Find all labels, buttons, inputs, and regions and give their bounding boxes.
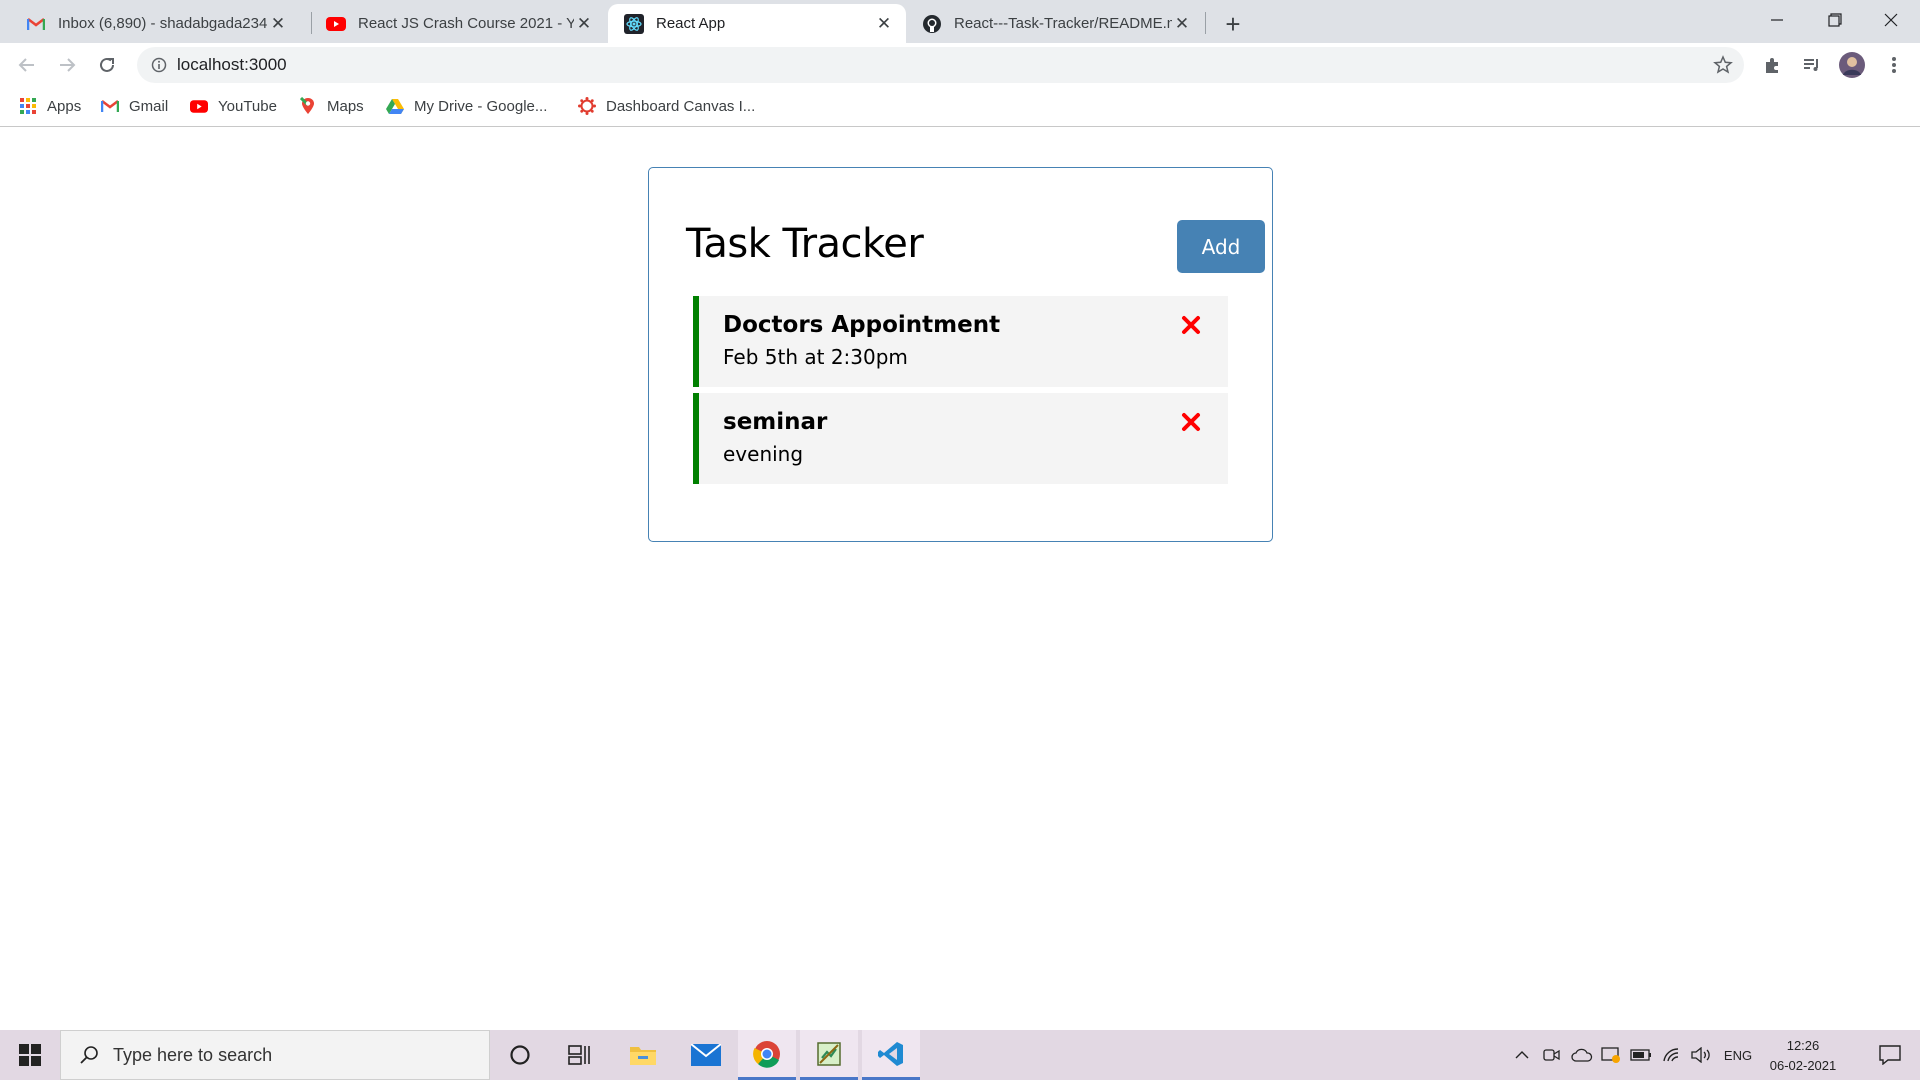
url-text[interactable]: localhost:3000: [177, 47, 287, 83]
gmail-icon: [101, 97, 119, 115]
back-button[interactable]: [11, 49, 43, 81]
task-title: seminar: [723, 409, 828, 435]
minimize-button[interactable]: [1748, 0, 1806, 40]
app-header: Task Tracker Add: [686, 216, 1265, 273]
bookmark-canvas-dashboard[interactable]: Dashboard Canvas I...: [578, 94, 755, 118]
notifications-icon[interactable]: [1864, 1030, 1916, 1080]
tab-title: Inbox (6,890) - shadabgada234@: [58, 15, 268, 32]
task-day: Feb 5th at 2:30pm: [723, 345, 908, 369]
task-view-icon[interactable]: [550, 1030, 608, 1080]
task-day: evening: [723, 442, 804, 466]
maps-icon: [299, 97, 317, 115]
tab-title: React---Task-Tracker/README.m: [954, 15, 1172, 32]
search-placeholder: Type here to search: [113, 1044, 273, 1065]
page-viewport: Task Tracker Add Doctors Appointment Feb…: [0, 128, 1920, 1030]
info-icon[interactable]: [149, 55, 169, 75]
tab-gmail-inbox[interactable]: Inbox (6,890) - shadabgada234@ ✕: [10, 4, 300, 43]
mail-icon[interactable]: [677, 1030, 735, 1080]
media-queue-icon[interactable]: [1796, 49, 1828, 81]
taskbar-search-box[interactable]: Type here to search: [60, 1030, 490, 1080]
file-explorer-icon[interactable]: [614, 1030, 672, 1080]
google-drive-icon: [386, 97, 404, 115]
wifi-icon[interactable]: [1658, 1030, 1686, 1080]
apps-grid-icon: [19, 97, 37, 115]
reload-button[interactable]: [91, 49, 123, 81]
clock[interactable]: 12:26 06-02-2021: [1760, 1036, 1846, 1076]
tab-separator: [1205, 12, 1206, 34]
delete-task-icon[interactable]: [1180, 411, 1202, 433]
bookmark-gmail[interactable]: Gmail: [101, 94, 168, 118]
meet-now-icon[interactable]: [1539, 1030, 1565, 1080]
close-icon[interactable]: ✕: [874, 14, 894, 34]
extensions-icon[interactable]: [1756, 49, 1788, 81]
tab-title: React App: [656, 15, 726, 32]
tab-github-readme[interactable]: React---Task-Tracker/README.m ✕: [906, 4, 1204, 43]
clock-time: 12:26: [1786, 1038, 1820, 1053]
vscode-icon[interactable]: [862, 1030, 920, 1080]
canvas-icon: [578, 97, 596, 115]
browser-toolbar: localhost:3000: [0, 43, 1920, 86]
gmail-icon: [26, 14, 46, 34]
windows-taskbar: Type here to search ENG 12:26 06-02-2021: [0, 1030, 1920, 1080]
tab-title: React JS Crash Course 2021 - You: [358, 15, 574, 32]
task-title: Doctors Appointment: [723, 312, 1001, 338]
show-hidden-icons-icon[interactable]: [1508, 1030, 1536, 1080]
react-icon: [624, 13, 644, 34]
notepad-icon[interactable]: [800, 1030, 858, 1080]
bookmark-label: YouTube: [218, 97, 277, 115]
task-item[interactable]: Doctors Appointment Feb 5th at 2:30pm: [693, 296, 1228, 387]
task-tracker-container: Task Tracker Add Doctors Appointment Feb…: [648, 167, 1273, 542]
search-icon: [77, 1043, 101, 1067]
bookmark-youtube[interactable]: YouTube: [190, 94, 277, 118]
bookmark-google-drive[interactable]: My Drive - Google...: [386, 94, 547, 118]
address-bar[interactable]: localhost:3000: [137, 47, 1744, 83]
page-title: Task Tracker: [686, 221, 924, 267]
close-window-button[interactable]: [1862, 0, 1920, 40]
add-task-button[interactable]: Add: [1177, 220, 1265, 273]
bookmark-label: Apps: [47, 97, 82, 115]
github-icon: [922, 14, 942, 34]
clock-date: 06-02-2021: [1769, 1058, 1837, 1073]
new-tab-button[interactable]: +: [1217, 8, 1249, 40]
battery-icon[interactable]: [1627, 1030, 1655, 1080]
volume-icon[interactable]: [1688, 1030, 1716, 1080]
bookmark-maps[interactable]: Maps: [299, 94, 364, 118]
windows-logo-icon: [19, 1044, 41, 1066]
bookmark-label: My Drive - Google...: [414, 97, 548, 115]
close-icon[interactable]: ✕: [574, 14, 594, 34]
cortana-icon[interactable]: [491, 1030, 549, 1080]
youtube-icon: [190, 97, 208, 115]
task-item[interactable]: seminar evening: [693, 393, 1228, 484]
close-icon[interactable]: ✕: [1172, 14, 1192, 34]
security-icon[interactable]: [1598, 1030, 1624, 1080]
language-indicator[interactable]: ENG: [1720, 1030, 1756, 1080]
bookmarks-bar: Apps Gmail YouTube Maps My Drive - Googl…: [0, 86, 1920, 127]
tab-react-app[interactable]: React App ✕: [608, 4, 906, 43]
bookmark-star-icon[interactable]: [1712, 54, 1734, 76]
task-list: Doctors Appointment Feb 5th at 2:30pm se…: [693, 296, 1228, 490]
tab-youtube-react-course[interactable]: React JS Crash Course 2021 - You ✕: [310, 4, 606, 43]
close-icon[interactable]: ✕: [268, 14, 288, 34]
bookmark-label: Dashboard Canvas I...: [606, 97, 756, 115]
bookmark-label: Maps: [327, 97, 364, 115]
onedrive-icon[interactable]: [1568, 1030, 1596, 1080]
bookmark-label: Gmail: [129, 97, 169, 115]
browser-tab-strip: Inbox (6,890) - shadabgada234@ ✕ React J…: [0, 0, 1920, 43]
restore-button[interactable]: [1806, 0, 1864, 40]
delete-task-icon[interactable]: [1180, 314, 1202, 336]
youtube-icon: [326, 14, 346, 34]
bookmark-apps[interactable]: Apps: [19, 94, 81, 118]
chrome-icon[interactable]: [738, 1030, 796, 1080]
more-menu-icon[interactable]: [1878, 49, 1910, 81]
start-button[interactable]: [0, 1030, 60, 1080]
forward-button[interactable]: [51, 49, 83, 81]
profile-avatar[interactable]: [1836, 49, 1868, 81]
